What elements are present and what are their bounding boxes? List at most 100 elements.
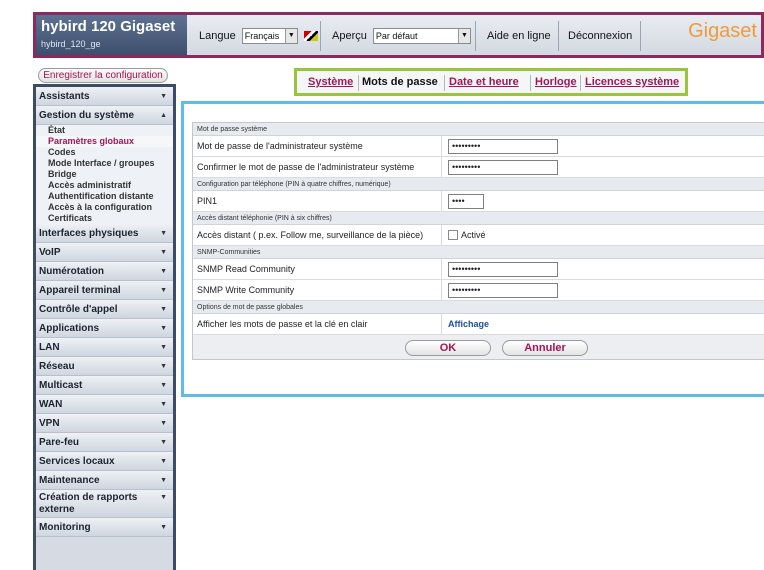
sidebar-subitem-certificates[interactable]: Certificats xyxy=(36,213,173,224)
language-select[interactable]: Français ▼ xyxy=(241,28,298,45)
ok-button[interactable]: OK xyxy=(405,340,491,356)
chevron-up-icon: ▲ xyxy=(160,112,167,119)
pin1-label: PIN1 xyxy=(193,191,442,211)
section-header-global-options: Options de mot de passe globales xyxy=(193,301,764,314)
sidebar-item-label: LAN xyxy=(39,342,60,353)
remote-access-label: Accès distant ( p.ex. Follow me, surveil… xyxy=(193,225,442,245)
sidebar-item-system-management[interactable]: Gestion du système ▲ xyxy=(36,106,173,125)
sidebar-item-monitoring[interactable]: Monitoring ▼ xyxy=(36,518,173,537)
chevron-down-icon: ▼ xyxy=(160,477,167,484)
tab-date-time[interactable]: Date et heure xyxy=(449,76,519,88)
sidebar-item-label: Applications xyxy=(39,323,100,334)
sidebar-subitem-remote-auth[interactable]: Authentification distante xyxy=(36,191,173,202)
sidebar-item-firewall[interactable]: Pare-feu ▼ xyxy=(36,433,173,452)
save-configuration-button[interactable]: Enregistrer la configuration xyxy=(38,68,168,83)
remote-access-checkbox-label: Activé xyxy=(461,230,486,240)
sidebar-item-external-reporting[interactable]: Création de rapports externe ▼ xyxy=(36,490,173,518)
show-passwords-link[interactable]: Affichage xyxy=(448,319,489,329)
chevron-down-icon: ▼ xyxy=(160,524,167,531)
chevron-down-icon: ▼ xyxy=(160,93,167,100)
brand-title: hybird 120 Gigaset xyxy=(41,18,176,35)
sidebar-item-voip[interactable]: VoIP ▼ xyxy=(36,243,173,262)
top-header: hybird 120 Gigaset hybird_120_ge Langue … xyxy=(33,12,764,58)
sidebar-item-multicast[interactable]: Multicast ▼ xyxy=(36,376,173,395)
chevron-down-icon: ▼ xyxy=(160,401,167,408)
confirm-password-input[interactable]: ••••••••• xyxy=(448,159,558,175)
header-divider xyxy=(320,21,321,51)
sidebar-item-label: Contrôle d'appel xyxy=(39,304,118,315)
sidebar-item-lan[interactable]: LAN ▼ xyxy=(36,338,173,357)
snmp-read-label: SNMP Read Community xyxy=(193,259,442,279)
sidebar-item-label: VoIP xyxy=(39,247,61,258)
chevron-down-icon: ▼ xyxy=(160,382,167,389)
sidebar-item-label: Création de rapports externe xyxy=(39,492,138,515)
tab-clock[interactable]: Horloge xyxy=(535,76,577,88)
pin1-input[interactable]: •••• xyxy=(448,193,484,209)
sidebar-item-label: Monitoring xyxy=(39,522,91,533)
admin-password-input[interactable]: ••••••••• xyxy=(448,138,558,154)
preview-select[interactable]: Par défaut ▼ xyxy=(372,28,471,45)
sidebar-subitem-global-settings[interactable]: Paramètres globaux xyxy=(36,136,173,147)
header-divider xyxy=(475,21,476,51)
tab-system[interactable]: Système xyxy=(308,76,353,88)
section-header-system-password: Mot de passe système xyxy=(193,123,764,136)
sidebar-item-label: Numérotation xyxy=(39,266,104,277)
chevron-down-icon: ▼ xyxy=(160,325,167,332)
sidebar-item-label: Réseau xyxy=(39,361,75,372)
preview-value: Par défaut xyxy=(375,31,418,42)
sidebar-item-label: Appareil terminal xyxy=(39,285,121,296)
chevron-down-icon: ▼ xyxy=(160,494,167,501)
sidebar-item-terminal-device[interactable]: Appareil terminal ▼ xyxy=(36,281,173,300)
admin-password-label: Mot de passe de l'administrateur système xyxy=(193,136,442,156)
remote-access-checkbox[interactable] xyxy=(448,230,458,240)
sidebar-item-assistants[interactable]: Assistants ▼ xyxy=(36,87,173,106)
sidebar-subitem-codes[interactable]: Codes xyxy=(36,147,173,158)
sidebar-item-physical-interfaces[interactable]: Interfaces physiques ▼ xyxy=(36,224,173,243)
chevron-down-icon: ▼ xyxy=(160,363,167,370)
tab-divider xyxy=(444,75,445,91)
sidebar-item-applications[interactable]: Applications ▼ xyxy=(36,319,173,338)
sidebar-item-call-control[interactable]: Contrôle d'appel ▼ xyxy=(36,300,173,319)
sidebar-item-label: WAN xyxy=(39,399,63,410)
sidebar-item-label: Assistants xyxy=(39,91,90,102)
sidebar-item-label: Maintenance xyxy=(39,475,100,486)
sidebar-subitem-interface-mode[interactable]: Mode Interface / groupes Bridge xyxy=(36,158,173,180)
sidebar-item-network[interactable]: Réseau ▼ xyxy=(36,357,173,376)
sidebar-item-local-services[interactable]: Services locaux ▼ xyxy=(36,452,173,471)
brand-subtitle: hybird_120_ge xyxy=(41,39,101,49)
chevron-down-icon: ▼ xyxy=(160,287,167,294)
sidebar-item-label: Services locaux xyxy=(39,456,115,467)
chevron-down-icon: ▼ xyxy=(457,29,470,44)
flag-icon xyxy=(303,31,318,42)
chevron-down-icon: ▼ xyxy=(160,420,167,427)
logout-link[interactable]: Déconnexion xyxy=(568,27,632,45)
chevron-down-icon: ▼ xyxy=(160,306,167,313)
sidebar-item-wan[interactable]: WAN ▼ xyxy=(36,395,173,414)
snmp-write-input[interactable]: ••••••••• xyxy=(448,282,558,298)
form-row: Mot de passe de l'administrateur système… xyxy=(193,136,764,157)
settings-tabs: Système Mots de passe Date et heure Horl… xyxy=(294,68,688,96)
tab-system-licenses[interactable]: Licences système xyxy=(585,76,679,88)
sidebar-item-maintenance[interactable]: Maintenance ▼ xyxy=(36,471,173,490)
section-header-remote-access: Accès distant téléphonie (PIN à six chif… xyxy=(193,212,764,225)
tab-passwords[interactable]: Mots de passe xyxy=(362,76,438,88)
help-link[interactable]: Aide en ligne xyxy=(487,27,551,45)
sidebar-item-numbering[interactable]: Numérotation ▼ xyxy=(36,262,173,281)
form-row: SNMP Write Community ••••••••• xyxy=(193,280,764,301)
language-value: Français xyxy=(244,31,280,42)
language-group: Langue Français ▼ xyxy=(199,27,318,45)
sidebar-subitem-admin-access[interactable]: Accès administratif xyxy=(36,180,173,191)
cancel-button[interactable]: Annuler xyxy=(502,340,588,356)
snmp-read-input[interactable]: ••••••••• xyxy=(448,261,558,277)
form-row: Accès distant ( p.ex. Follow me, surveil… xyxy=(193,225,764,246)
form-row: PIN1 •••• xyxy=(193,191,764,212)
form-button-bar: OK Annuler xyxy=(193,335,764,359)
show-passwords-label: Afficher les mots de passe et la clé en … xyxy=(193,314,442,334)
password-form: Mot de passe système Mot de passe de l'a… xyxy=(192,122,764,360)
section-header-phone-config: Configuration par téléphone (PIN à quatr… xyxy=(193,178,764,191)
chevron-down-icon: ▼ xyxy=(160,344,167,351)
sidebar-item-label: Gestion du système xyxy=(39,110,135,121)
sidebar-subitem-config-access[interactable]: Accès à la configuration xyxy=(36,202,173,213)
sidebar-subitem-status[interactable]: État xyxy=(36,125,173,136)
sidebar-item-vpn[interactable]: VPN ▼ xyxy=(36,414,173,433)
